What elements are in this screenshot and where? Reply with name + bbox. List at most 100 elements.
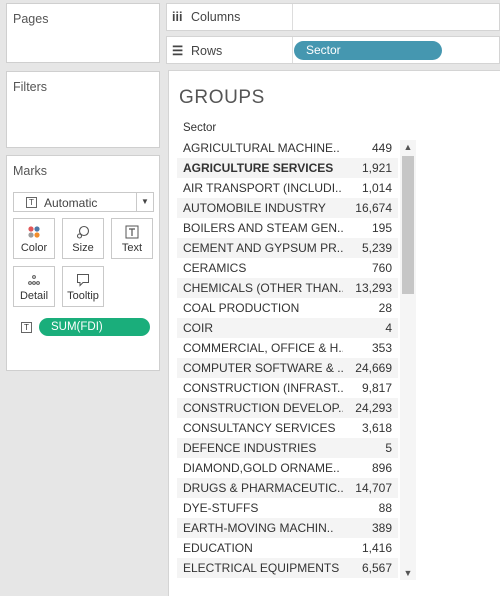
detail-icon [14, 273, 54, 287]
fdi-value[interactable]: 449 [372, 141, 392, 155]
sector-label[interactable]: DEFENCE INDUSTRIES [183, 441, 343, 455]
text-button[interactable]: Text [111, 218, 153, 259]
chevron-down-icon[interactable]: ▼ [136, 193, 153, 211]
fdi-value[interactable]: 353 [372, 341, 392, 355]
pages-card[interactable]: Pages [6, 3, 160, 63]
columns-shelf[interactable]: iii Columns [166, 3, 500, 31]
sector-label[interactable]: AUTOMOBILE INDUSTRY [183, 201, 343, 215]
table-row[interactable]: ELECTRICAL EQUIPMENTS 6,567 [177, 558, 398, 578]
table-row[interactable]: DIAMOND,GOLD ORNAME.. 896 [177, 458, 398, 478]
detail-button[interactable]: Detail [13, 266, 55, 307]
sector-label[interactable]: COMMERCIAL, OFFICE & H.. [183, 341, 343, 355]
sector-label[interactable]: CHEMICALS (OTHER THAN.. [183, 281, 343, 295]
scroll-thumb[interactable] [402, 156, 414, 294]
table-row[interactable]: AGRICULTURAL MACHINE.. 449 [177, 138, 398, 158]
fdi-value[interactable]: 9,817 [362, 381, 392, 395]
fdi-value[interactable]: 24,669 [355, 361, 392, 375]
fdi-value[interactable]: 389 [372, 521, 392, 535]
text-icon [112, 225, 152, 239]
fdi-value[interactable]: 16,674 [355, 201, 392, 215]
tooltip-icon [63, 273, 103, 287]
sector-label[interactable]: BOILERS AND STEAM GEN.. [183, 221, 343, 235]
fdi-value[interactable]: 6,567 [362, 561, 392, 575]
table-row[interactable]: EDUCATION 1,416 [177, 538, 398, 558]
columns-text: Columns [191, 10, 241, 24]
table-row[interactable]: DRUGS & PHARMACEUTIC.. 14,707 [177, 478, 398, 498]
table-row[interactable]: AGRICULTURE SERVICES 1,921 [177, 158, 398, 178]
sector-label[interactable]: CONSTRUCTION (INFRAST.. [183, 381, 343, 395]
sector-pill[interactable]: Sector [294, 41, 442, 60]
text-mark-icon: T [26, 197, 37, 208]
sector-label[interactable]: CEMENT AND GYPSUM PR.. [183, 241, 343, 255]
table-row[interactable]: CONSULTANCY SERVICES 3,618 [177, 418, 398, 438]
table-row[interactable]: CERAMICS 760 [177, 258, 398, 278]
fdi-value[interactable]: 28 [379, 301, 392, 315]
sector-label[interactable]: CONSULTANCY SERVICES [183, 421, 343, 435]
table-row[interactable]: BOILERS AND STEAM GEN.. 195 [177, 218, 398, 238]
mark-type-label: Automatic [44, 196, 98, 210]
sector-label[interactable]: CERAMICS [183, 261, 343, 275]
table-row[interactable]: DYE-STUFFS 88 [177, 498, 398, 518]
sector-label[interactable]: CONSTRUCTION DEVELOP.. [183, 401, 343, 415]
table-row[interactable]: CEMENT AND GYPSUM PR.. 5,239 [177, 238, 398, 258]
fdi-value[interactable]: 760 [372, 261, 392, 275]
sector-label[interactable]: COAL PRODUCTION [183, 301, 343, 315]
data-table: AGRICULTURAL MACHINE.. 449 AGRICULTURE SER… [177, 138, 398, 578]
fdi-value[interactable]: 13,293 [355, 281, 392, 295]
fdi-value[interactable]: 1,014 [362, 181, 392, 195]
table-row[interactable]: DEFENCE INDUSTRIES 5 [177, 438, 398, 458]
vertical-scrollbar[interactable]: ▲ ▼ [400, 140, 416, 580]
table-row[interactable]: COMMERCIAL, OFFICE & H.. 353 [177, 338, 398, 358]
sector-label[interactable]: EDUCATION [183, 541, 343, 555]
sector-label[interactable]: AIR TRANSPORT (INCLUDI.. [183, 181, 343, 195]
rows-shelf[interactable]: ☰ Rows Sector [166, 36, 500, 64]
rows-text: Rows [191, 44, 223, 58]
table-row[interactable]: AIR TRANSPORT (INCLUDI.. 1,014 [177, 178, 398, 198]
table-row[interactable]: CHEMICALS (OTHER THAN.. 13,293 [177, 278, 398, 298]
tableau-workspace: Pages Filters Marks T Automatic ▼ Color [0, 0, 500, 596]
sector-label[interactable]: COMPUTER SOFTWARE & .. [183, 361, 343, 375]
sector-label[interactable]: EARTH-MOVING MACHIN.. [183, 521, 343, 535]
fdi-value[interactable]: 5 [385, 441, 392, 455]
shelf-divider [292, 37, 293, 63]
sum-fdi-pill[interactable]: SUM(FDI) [39, 318, 150, 336]
color-icon [14, 225, 54, 239]
sector-column-header[interactable]: Sector [183, 122, 216, 134]
fdi-value[interactable]: 195 [372, 221, 392, 235]
fdi-value[interactable]: 1,921 [362, 161, 392, 175]
text-label: Text [121, 242, 143, 254]
fdi-value[interactable]: 1,416 [362, 541, 392, 555]
table-row[interactable]: AUTOMOBILE INDUSTRY 16,674 [177, 198, 398, 218]
sector-label[interactable]: AGRICULTURAL MACHINE.. [183, 141, 343, 155]
sector-label[interactable]: DYE-STUFFS [183, 501, 343, 515]
marks-card: Marks T Automatic ▼ Color Size Text Deta… [6, 155, 160, 371]
fdi-value[interactable]: 4 [385, 321, 392, 335]
fdi-value[interactable]: 896 [372, 461, 392, 475]
table-row[interactable]: COIR 4 [177, 318, 398, 338]
scroll-up-icon[interactable]: ▲ [400, 140, 416, 154]
table-row[interactable]: COMPUTER SOFTWARE & .. 24,669 [177, 358, 398, 378]
worksheet-view: GROUPS Sector AGRICULTURAL MACHINE.. 449 A… [168, 70, 500, 596]
color-button[interactable]: Color [13, 218, 55, 259]
sector-label[interactable]: DIAMOND,GOLD ORNAME.. [183, 461, 343, 475]
sector-label[interactable]: ELECTRICAL EQUIPMENTS [183, 561, 343, 575]
text-encoding-icon: T [21, 322, 32, 333]
fdi-value[interactable]: 5,239 [362, 241, 392, 255]
sector-label[interactable]: DRUGS & PHARMACEUTIC.. [183, 481, 343, 495]
table-row[interactable]: CONSTRUCTION DEVELOP.. 24,293 [177, 398, 398, 418]
sector-label[interactable]: AGRICULTURE SERVICES [183, 161, 343, 175]
sector-label[interactable]: COIR [183, 321, 343, 335]
mark-type-dropdown[interactable]: T Automatic ▼ [13, 192, 154, 212]
filters-card[interactable]: Filters [6, 71, 160, 148]
fdi-value[interactable]: 24,293 [355, 401, 392, 415]
table-row[interactable]: COAL PRODUCTION 28 [177, 298, 398, 318]
scroll-down-icon[interactable]: ▼ [400, 566, 416, 580]
tooltip-button[interactable]: Tooltip [62, 266, 104, 307]
table-row[interactable]: EARTH-MOVING MACHIN.. 389 [177, 518, 398, 538]
pages-title: Pages [13, 12, 49, 26]
fdi-value[interactable]: 88 [379, 501, 392, 515]
fdi-value[interactable]: 3,618 [362, 421, 392, 435]
table-row[interactable]: CONSTRUCTION (INFRAST.. 9,817 [177, 378, 398, 398]
size-button[interactable]: Size [62, 218, 104, 259]
fdi-value[interactable]: 14,707 [355, 481, 392, 495]
